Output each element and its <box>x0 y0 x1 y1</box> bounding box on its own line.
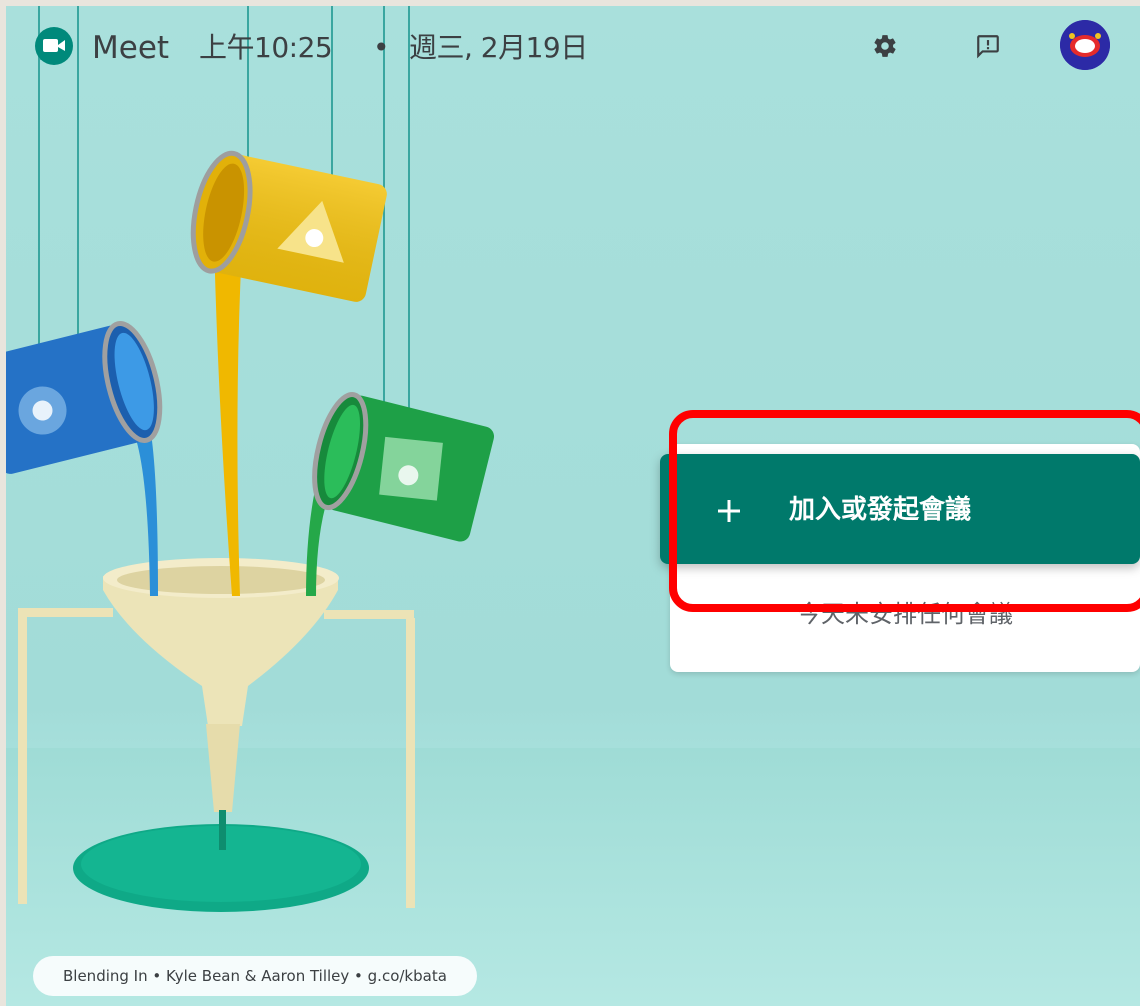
join-or-start-meeting-button[interactable]: 加入或發起會議 <box>660 454 1140 564</box>
time-date-separator: • <box>373 31 390 64</box>
feedback-icon <box>977 35 999 59</box>
join-button-label: 加入或發起會議 <box>789 495 972 525</box>
settings-button[interactable] <box>863 24 907 68</box>
current-time: 上午10:25 <box>199 31 333 64</box>
avatar-image <box>1060 20 1110 70</box>
no-meetings-text: 今天未安排任何會議 <box>797 600 1013 628</box>
user-avatar[interactable] <box>1060 20 1110 70</box>
meet-logo-icon <box>35 27 73 65</box>
background-attribution[interactable]: Blending In • Kyle Bean & Aaron Tilley •… <box>33 956 477 996</box>
gear-icon <box>874 35 896 57</box>
app-name: Meet <box>92 30 170 66</box>
plus-icon <box>718 500 740 522</box>
meet-home-background: Meet 上午10:25 • 週三, 2月19日 加入或發起會議 今天未安排任何… <box>6 6 1140 1006</box>
current-date: 週三, 2月19日 <box>409 31 588 64</box>
feedback-button[interactable] <box>966 24 1010 68</box>
